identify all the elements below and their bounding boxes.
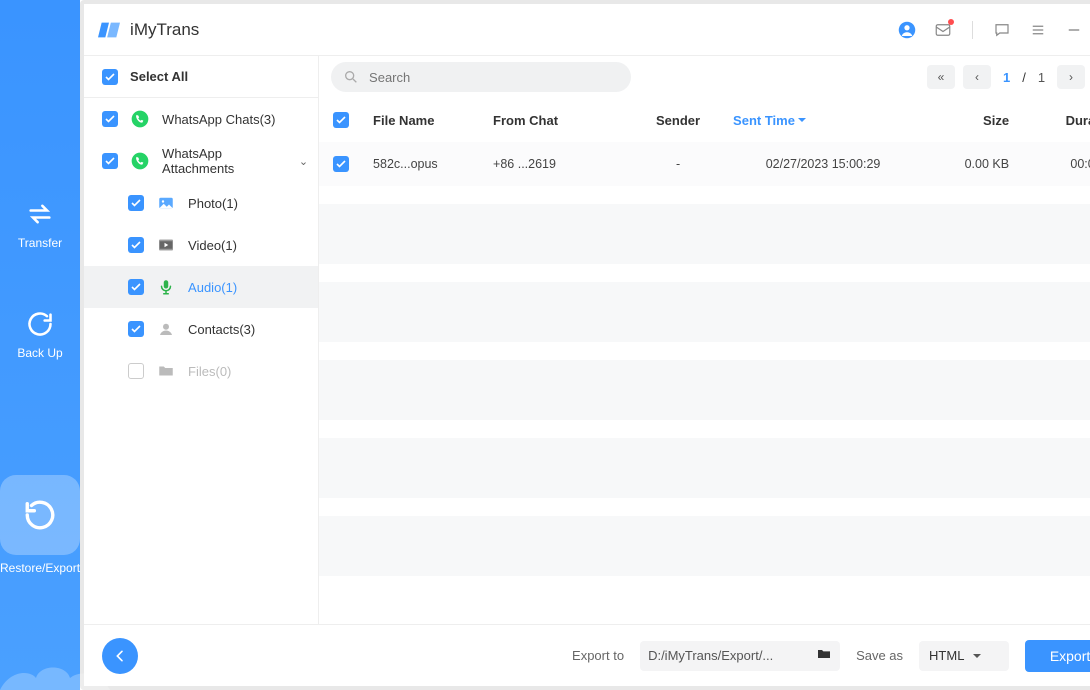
table-header: File Name From Chat Sender Sent Time Siz… (319, 98, 1090, 142)
video-checkbox[interactable] (128, 237, 144, 253)
video-label: Video(1) (188, 238, 318, 253)
photo-label: Photo(1) (188, 196, 318, 211)
app-title: iMyTrans (130, 20, 199, 40)
sort-desc-icon (797, 115, 807, 125)
chats-label: WhatsApp Chats(3) (162, 112, 318, 127)
minimize-icon[interactable] (1065, 21, 1083, 39)
pager-current: 1 (1003, 70, 1010, 85)
footer: Export to D:/iMyTrans/Export/... Save as… (84, 624, 1090, 686)
cell-size: 0.00 KB (913, 157, 1023, 171)
pager-sep: / (1022, 70, 1026, 85)
title-bar: iMyTrans (84, 4, 1090, 56)
pager-total: 1 (1038, 70, 1045, 85)
audio-checkbox[interactable] (128, 279, 144, 295)
attachments-label: WhatsApp Attachments (162, 146, 287, 176)
contacts-checkbox[interactable] (128, 321, 144, 337)
chevron-down-icon (972, 651, 982, 661)
empty-stripes (319, 186, 1090, 624)
format-select[interactable]: HTML (919, 641, 1009, 671)
select-all-checkbox[interactable] (102, 69, 118, 85)
attachments-checkbox[interactable] (102, 153, 118, 169)
sidebar-files[interactable]: Files(0) (84, 350, 318, 392)
col-fromchat[interactable]: From Chat (493, 113, 623, 128)
contacts-label: Contacts(3) (188, 322, 318, 337)
cell-fromchat: +86 ...2619 (493, 157, 623, 171)
rail-restore[interactable]: Restore/Export (0, 475, 80, 575)
select-all-rows-checkbox[interactable] (333, 112, 349, 128)
menu-icon[interactable] (1029, 21, 1047, 39)
col-sent[interactable]: Sent Time (733, 113, 913, 128)
sidebar-attachments[interactable]: WhatsApp Attachments ⌄ (84, 140, 318, 182)
col-filename[interactable]: File Name (373, 113, 493, 128)
search-icon (343, 69, 359, 85)
row-checkbox[interactable] (333, 156, 349, 172)
list-panel: « ‹ 1 / 1 › » File Name From Chat Send (319, 56, 1090, 624)
table-row[interactable]: 582c...opus +86 ...2619 - 02/27/2023 15:… (319, 142, 1090, 186)
pager-prev[interactable]: ‹ (963, 65, 991, 89)
app-logo: iMyTrans (98, 19, 199, 41)
pager-first[interactable]: « (927, 65, 955, 89)
files-checkbox[interactable] (128, 363, 144, 379)
restore-icon (23, 498, 57, 532)
select-all-label: Select All (130, 69, 318, 84)
cell-filename: 582c...opus (373, 157, 493, 171)
sidebar-chats[interactable]: WhatsApp Chats(3) (84, 98, 318, 140)
audio-icon (156, 277, 176, 297)
col-sender[interactable]: Sender (623, 113, 733, 128)
rail-transfer[interactable]: Transfer (18, 200, 62, 250)
rail-backup[interactable]: Back Up (17, 310, 62, 360)
cell-sent: 02/27/2023 15:00:29 (733, 157, 913, 171)
files-label: Files(0) (188, 364, 318, 379)
cell-duration: 00:00:02 (1023, 157, 1090, 171)
whatsapp-icon (130, 109, 150, 129)
browse-folder-button[interactable] (816, 646, 832, 665)
photo-icon (156, 193, 176, 213)
export-button-label: Export (1050, 648, 1090, 664)
sidebar-contacts[interactable]: Contacts(3) (84, 308, 318, 350)
sidebar-photo[interactable]: Photo(1) (84, 182, 318, 224)
search-field[interactable] (369, 70, 619, 85)
cell-sender: - (623, 157, 733, 171)
select-all-row[interactable]: Select All (84, 56, 318, 98)
cloud-decoration (0, 642, 110, 690)
sidebar-video[interactable]: Video(1) (84, 224, 318, 266)
rail-transfer-label: Transfer (18, 236, 62, 250)
transfer-icon (26, 200, 54, 228)
export-path[interactable]: D:/iMyTrans/Export/... (640, 641, 840, 671)
export-button[interactable]: Export (1025, 640, 1090, 672)
sidebar-audio[interactable]: Audio(1) (84, 266, 318, 308)
chevron-down-icon[interactable]: ⌄ (299, 155, 308, 168)
logo-icon (98, 19, 120, 41)
audio-label: Audio(1) (188, 280, 318, 295)
save-as-label: Save as (856, 648, 903, 663)
folder-icon (816, 646, 832, 662)
arrow-left-icon (112, 648, 128, 664)
export-path-text: D:/iMyTrans/Export/... (648, 648, 806, 663)
col-size[interactable]: Size (913, 113, 1023, 128)
notification-dot (948, 19, 954, 25)
video-icon (156, 235, 176, 255)
rail-backup-label: Back Up (17, 346, 62, 360)
pager-next[interactable]: › (1057, 65, 1085, 89)
whatsapp-icon (130, 151, 150, 171)
contacts-icon (156, 319, 176, 339)
sidebar: Select All WhatsApp Chats(3) WhatsApp At… (84, 56, 319, 624)
nav-rail: Transfer Back Up Restore/Export (0, 0, 80, 690)
pager: « ‹ 1 / 1 › » (927, 65, 1090, 89)
search-input[interactable] (331, 62, 631, 92)
rail-restore-label: Restore/Export (0, 561, 80, 575)
account-icon[interactable] (898, 21, 916, 39)
chat-icon[interactable] (993, 21, 1011, 39)
format-value: HTML (929, 648, 964, 663)
backup-icon (26, 310, 54, 338)
col-duration[interactable]: Duration (1023, 113, 1090, 128)
files-icon (156, 361, 176, 381)
photo-checkbox[interactable] (128, 195, 144, 211)
export-to-label: Export to (572, 648, 624, 663)
chats-checkbox[interactable] (102, 111, 118, 127)
